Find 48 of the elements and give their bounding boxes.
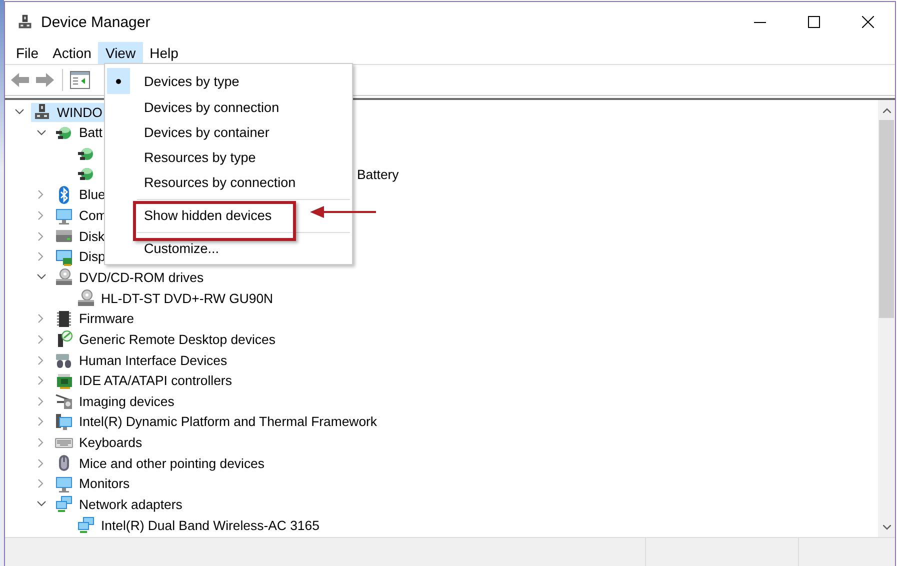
tree-item[interactable]: HL-DT-ST DVD+-RW GU90N [75,288,276,308]
network-icon [55,495,73,514]
dvd-icon [77,289,95,308]
remote-icon [55,330,73,348]
tree-item[interactable]: Human Interface Devices [53,350,230,370]
monitor-icon [55,474,73,493]
tree-item[interactable]: Batt [53,123,106,142]
network-icon [77,516,95,534]
menu-item[interactable]: Action [46,42,98,64]
tree-item[interactable]: Intel(R) Dynamic Platform and Thermal Framework [53,412,380,432]
tree-item[interactable]: DVD/CD-ROM drives [53,268,207,287]
tree-item-text: Battery [357,166,399,182]
properties-button[interactable] [70,71,90,89]
device-manager-icon [17,14,33,30]
tree-item[interactable]: Network adapters [53,494,186,514]
tree-item[interactable]: Disk [53,226,108,246]
menu-option[interactable]: Devices by connection [105,95,352,120]
chip-icon [55,310,73,328]
tree-item[interactable]: Intel(R) Dual Band Wireless-AC 3165 [75,516,322,535]
menu-option[interactable]: Resources by type [105,145,352,170]
computer-icon [33,103,51,122]
tree-item[interactable]: IDE ATA/ATAPI controllers [53,371,235,390]
menu-option[interactable]: Devices by type [105,67,352,95]
close-icon [862,16,874,28]
tree-item[interactable]: Mice and other pointing devices [53,454,268,473]
tree-item[interactable]: Monitors [53,474,133,494]
window-title: Device Manager [41,14,152,30]
menu-item[interactable]: File [9,42,46,64]
camera-icon [55,392,73,410]
tree-item[interactable]: Imaging devices [53,392,178,411]
menu-option[interactable]: Devices by container [105,120,352,145]
dvd-icon [55,268,73,286]
display-icon [55,248,73,266]
tree-item[interactable]: WINDO [31,102,106,122]
tree-item[interactable]: Firmware [53,309,137,328]
scrollbar[interactable] [878,100,895,537]
menu-item[interactable]: View [98,42,143,64]
forward-button[interactable] [35,72,55,88]
ide-icon [55,372,73,390]
monitor-icon [55,206,73,225]
pointer-arrow [310,206,376,218]
tree-item[interactable]: Keyboards [53,433,146,452]
back-button[interactable] [10,72,30,88]
menu-item[interactable]: Help [142,42,186,64]
tree-item[interactable]: Generic Remote Desktop devices [53,330,278,349]
maximize-icon [808,16,820,28]
menu-option[interactable]: Show hidden devices [105,203,352,228]
scrollbar-thumb[interactable] [879,120,894,318]
